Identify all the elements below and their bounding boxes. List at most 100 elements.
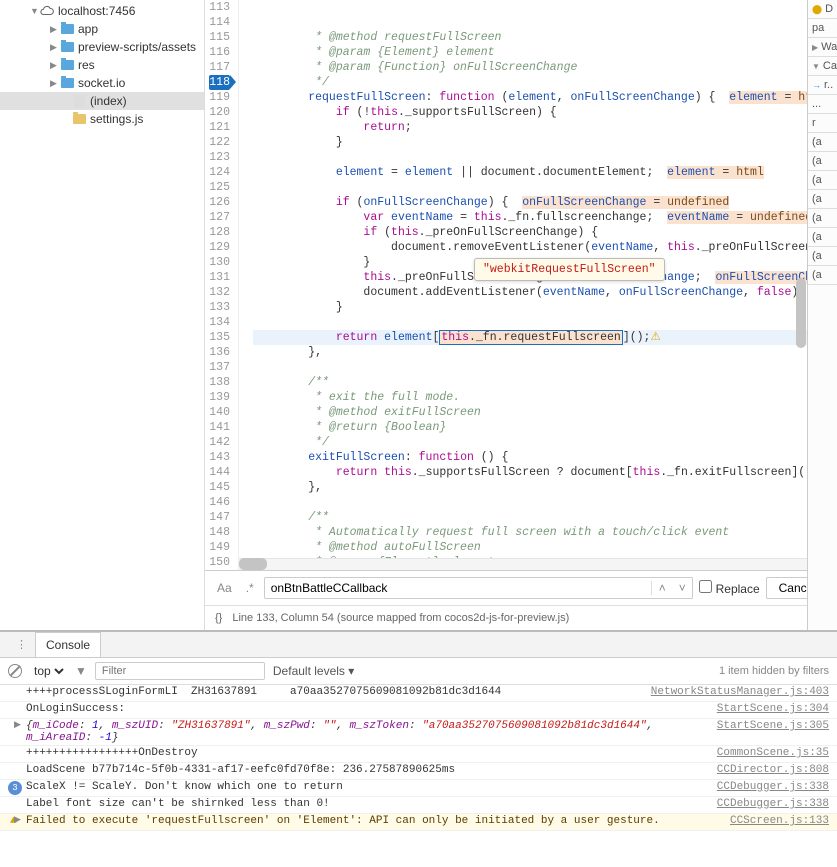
panel-row[interactable]: (a xyxy=(808,266,837,285)
panel-text: D xyxy=(825,3,833,15)
console-source-link[interactable]: NetworkStatusManager.js:403 xyxy=(643,686,829,698)
console-source-link[interactable]: CommonScene.js:35 xyxy=(709,747,829,759)
console-tabs: ⋮ Console xyxy=(0,632,837,658)
tree-label: res xyxy=(78,58,95,72)
expand-icon[interactable]: ▶ xyxy=(14,815,21,825)
context-select[interactable]: top xyxy=(30,663,67,679)
panel-row[interactable]: (a xyxy=(808,133,837,152)
console-row: Label font size can't be shirnked less t… xyxy=(0,797,837,814)
console-msg: Failed to execute 'requestFullscreen' on… xyxy=(26,815,722,827)
folder-icon xyxy=(60,22,74,36)
console-source-link[interactable]: CCDirector.js:808 xyxy=(709,764,829,776)
search-bar: Aa .* ˄ ˅ Replace Cancel xyxy=(205,570,837,605)
panel-toggle[interactable]: ▶ xyxy=(812,43,818,52)
search-prev[interactable]: ˄ xyxy=(652,581,672,595)
panel-row[interactable]: (a xyxy=(808,190,837,209)
scroll-track-h xyxy=(239,558,837,570)
console-row: OnLoginSuccess:StartScene.js:304 xyxy=(0,702,837,719)
scrollbar-h[interactable] xyxy=(239,558,267,570)
tree-toggle[interactable]: ▼ xyxy=(30,6,40,16)
panel-text: (a xyxy=(812,136,822,148)
status-text: Line 133, Column 54 (source mapped from … xyxy=(232,612,569,624)
panel-text: (a xyxy=(812,212,822,224)
cloud-icon xyxy=(40,4,54,18)
count-badge: 3 xyxy=(8,781,22,795)
panel-row[interactable]: (a xyxy=(808,247,837,266)
panel-text: ... xyxy=(812,98,821,110)
panel-text: (a xyxy=(812,231,822,243)
drawer-menu-icon[interactable]: ⋮ xyxy=(8,638,35,651)
replace-checkbox-label[interactable]: Replace xyxy=(699,580,759,596)
console-msg: +++++++++++++++++OnDestroy xyxy=(26,747,709,759)
console-row: ++++processSLoginFormLI ZH31637891 a70aa… xyxy=(0,685,837,702)
console-source-link[interactable]: StartScene.js:305 xyxy=(709,720,829,732)
hidden-count: 1 item hidden by filters xyxy=(719,665,829,677)
console-source-link[interactable]: StartScene.js:304 xyxy=(709,703,829,715)
panel-row[interactable]: ▼Cal xyxy=(808,57,837,76)
tree-item-localhost-7456[interactable]: ▼ localhost:7456 xyxy=(0,2,204,20)
tree-item--index-[interactable]: (index) xyxy=(0,92,204,110)
tree-label: settings.js xyxy=(90,112,143,126)
search-next[interactable]: ˅ xyxy=(672,581,692,595)
regex-option[interactable]: .* xyxy=(242,579,258,597)
case-option[interactable]: Aa xyxy=(213,579,236,597)
panel-icon: → xyxy=(812,80,821,90)
panel-row[interactable]: ... xyxy=(808,95,837,114)
expand-icon[interactable]: ▶ xyxy=(14,720,21,730)
console-source-link[interactable]: CCScreen.js:133 xyxy=(722,815,829,827)
panel-row[interactable]: (a xyxy=(808,228,837,247)
panel-text: (a xyxy=(812,250,822,262)
panel-row[interactable]: pa xyxy=(808,19,837,38)
tree-item-settings-js[interactable]: settings.js xyxy=(0,110,204,128)
tree-toggle[interactable]: ▶ xyxy=(50,78,60,89)
panel-row[interactable]: (a xyxy=(808,209,837,228)
tree-label: app xyxy=(78,22,98,36)
panel-icon: ⬤ xyxy=(812,4,822,15)
panel-row[interactable]: ▶Wa xyxy=(808,38,837,57)
folder-icon xyxy=(60,58,74,72)
panel-row[interactable]: (a xyxy=(808,171,837,190)
levels-select[interactable]: Default levels ▾ xyxy=(273,664,354,678)
file-tree-sidebar: ▼ localhost:7456 ▶ app ▶ preview-scripts/asse… xyxy=(0,0,205,630)
console-msg: ++++processSLoginFormLI ZH31637891 a70aa… xyxy=(26,686,643,698)
code-content[interactable]: * @method requestFullScreen * @param {El… xyxy=(239,0,837,570)
tree-item-socket-io[interactable]: ▶ socket.io xyxy=(0,74,204,92)
tree-toggle[interactable]: ▶ xyxy=(50,24,60,35)
value-tooltip: "webkitRequestFullScreen" xyxy=(474,258,665,281)
console-row: 3 ScaleX != ScaleY. Don't know which one … xyxy=(0,780,837,797)
console-row: ▶{m_iCode: 1, m_szUID: "ZH31637891", m_s… xyxy=(0,719,837,746)
search-input[interactable] xyxy=(265,581,652,595)
panel-row[interactable]: (a xyxy=(808,152,837,171)
braces-icon[interactable]: {} xyxy=(215,612,222,624)
console-msg: ScaleX != ScaleY. Don't know which one t… xyxy=(26,781,709,793)
tree-item-app[interactable]: ▶ app xyxy=(0,20,204,38)
panel-row[interactable]: ⬤D xyxy=(808,0,837,19)
tree-label: localhost:7456 xyxy=(58,4,135,18)
code-editor: 1131141151161171181191201211221231241251… xyxy=(205,0,837,630)
tree-item-res[interactable]: ▶ res xyxy=(0,56,204,74)
panel-text: (a xyxy=(812,269,822,281)
console-toolbar: top ▼ Default levels ▾ 1 item hidden by … xyxy=(0,658,837,685)
clear-console-icon[interactable] xyxy=(8,664,22,678)
status-bar: {} Line 133, Column 54 (source mapped fr… xyxy=(205,605,837,630)
console-panel: ⋮ Console top ▼ Default levels ▾ 1 item … xyxy=(0,630,837,867)
tree-label: socket.io xyxy=(78,76,125,90)
panel-text: r xyxy=(812,117,816,129)
console-msg: LoadScene b77b714c-5f0b-4331-af17-eefc0f… xyxy=(26,764,709,776)
panel-row[interactable]: r xyxy=(808,114,837,133)
tree-label: preview-scripts/assets xyxy=(78,40,196,54)
panel-row[interactable]: →r.. xyxy=(808,76,837,95)
folder-icon xyxy=(72,112,86,126)
tree-toggle[interactable]: ▶ xyxy=(50,42,60,53)
folder-icon xyxy=(60,76,74,90)
console-filter-input[interactable] xyxy=(95,662,265,680)
replace-checkbox[interactable] xyxy=(699,580,712,593)
console-tab[interactable]: Console xyxy=(35,632,101,657)
scrollbar-v[interactable] xyxy=(796,278,806,348)
console-source-link[interactable]: CCDebugger.js:338 xyxy=(709,798,829,810)
panel-toggle[interactable]: ▼ xyxy=(812,62,820,71)
tree-item-preview-scripts-assets[interactable]: ▶ preview-scripts/assets xyxy=(0,38,204,56)
console-body[interactable]: ++++processSLoginFormLI ZH31637891 a70aa… xyxy=(0,685,837,867)
console-source-link[interactable]: CCDebugger.js:338 xyxy=(709,781,829,793)
tree-toggle[interactable]: ▶ xyxy=(50,60,60,71)
